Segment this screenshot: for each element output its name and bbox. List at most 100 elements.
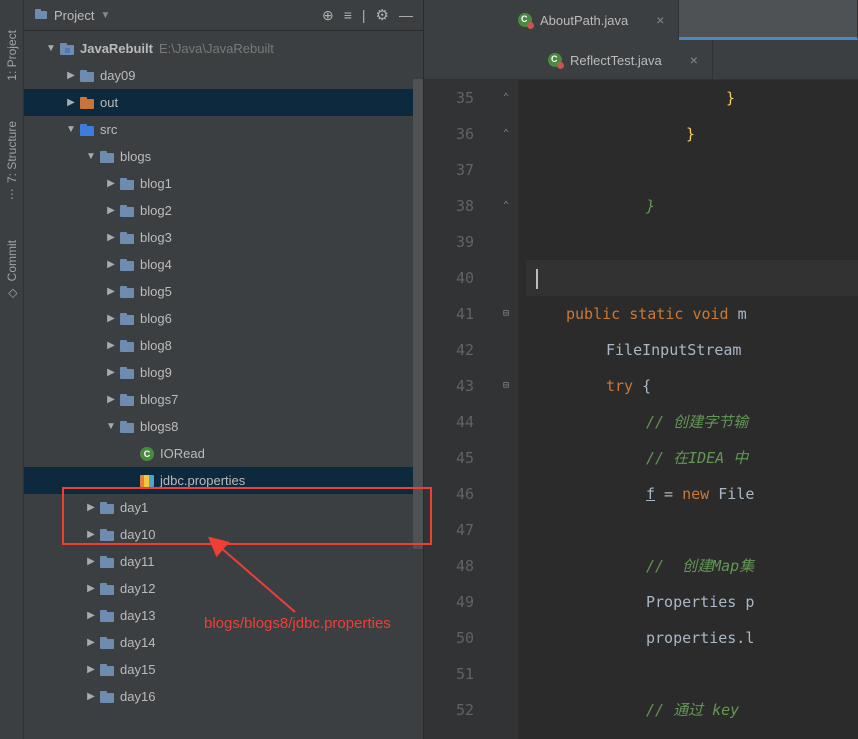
tree-item-day09[interactable]: ▶ day09 (24, 62, 423, 89)
close-icon[interactable]: × (656, 12, 664, 28)
package-icon (118, 232, 136, 244)
scrollbar[interactable] (413, 79, 423, 549)
tree-item-day12[interactable]: ▶day12 (24, 575, 423, 602)
code-content[interactable]: } } } public static void m FileInputStre… (518, 80, 858, 739)
text-cursor (536, 269, 538, 289)
tab-reflecttest[interactable]: ReflectTest.java × (534, 40, 713, 80)
tab-empty-active[interactable] (679, 0, 858, 40)
tree-item-label: out (100, 95, 118, 110)
sidebar-tool-commit[interactable]: ◇ Commit (5, 240, 19, 300)
code-editor[interactable]: 35 36 37 38 39 40 41 42 43 44 45 46 47 4… (424, 80, 858, 739)
tree-item-src[interactable]: ▼ src (24, 116, 423, 143)
code-line (526, 512, 858, 548)
tree-item-label: blog9 (140, 365, 172, 380)
code-line: f = new File (526, 476, 858, 512)
tree-item-blog2[interactable]: ▶blog2 (24, 197, 423, 224)
left-toolbar: 1: Project ⋮ 7: Structure ◇ Commit (0, 0, 24, 739)
chevron-right-icon: ▶ (104, 394, 118, 405)
tree-item-out[interactable]: ▶ out (24, 89, 423, 116)
structure-icon: ⋮ (6, 187, 18, 201)
code-line (526, 260, 858, 296)
tree-item-day15[interactable]: ▶day15 (24, 656, 423, 683)
chevron-right-icon: ▶ (84, 556, 98, 567)
tree-item-label: blog1 (140, 176, 172, 191)
tree-item-blogs8[interactable]: ▼blogs8 (24, 413, 423, 440)
module-icon (58, 43, 76, 55)
code-line: // 创建字节输 (526, 404, 858, 440)
tree-item-label: day10 (120, 527, 155, 542)
tab-label: ReflectTest.java (570, 53, 662, 68)
project-header: Project ▼ ⊕ ≡ | ⚙ — (24, 0, 423, 31)
tree-item-ioread[interactable]: IORead (24, 440, 423, 467)
code-line: // 在IDEA 中 (526, 440, 858, 476)
tree-item-day14[interactable]: ▶day14 (24, 629, 423, 656)
fold-open-icon[interactable]: ⊟ (494, 368, 518, 404)
tab-aboutpath[interactable]: AboutPath.java × (504, 0, 679, 40)
tree-item-jdbc-properties[interactable]: jdbc.properties (24, 467, 423, 494)
close-icon[interactable]: × (690, 52, 698, 68)
properties-file-icon (138, 475, 156, 487)
tree-item-blogs[interactable]: ▼ blogs (24, 143, 423, 170)
chevron-right-icon: ▶ (104, 313, 118, 324)
tree-item-blog9[interactable]: ▶ blog9 (24, 359, 423, 386)
code-line: properties.l (526, 620, 858, 656)
line-number: 49 (424, 584, 474, 620)
code-line: } (526, 80, 858, 116)
chevron-right-icon: ▶ (104, 367, 118, 378)
line-number: 35 (424, 80, 474, 116)
chevron-right-icon: ▶ (64, 70, 78, 81)
commit-icon: ◇ (5, 286, 19, 300)
folder-icon (78, 97, 96, 109)
package-icon (118, 259, 136, 271)
tree-item-label: blog6 (140, 311, 172, 326)
line-number: 51 (424, 656, 474, 692)
chevron-right-icon: ▶ (84, 691, 98, 702)
line-number: 40 (424, 260, 474, 296)
class-icon (138, 447, 156, 461)
package-icon (118, 205, 136, 217)
sidebar-tool-structure[interactable]: ⋮ 7: Structure (5, 121, 19, 200)
tree-item-day1[interactable]: ▶day1 (24, 494, 423, 521)
tree-item-day13[interactable]: ▶day13 (24, 602, 423, 629)
project-header-title[interactable]: Project (54, 8, 94, 23)
tree-item-blogs7[interactable]: ▶blogs7 (24, 386, 423, 413)
tree-item-blog1[interactable]: ▶ blog1 (24, 170, 423, 197)
fold-close-icon[interactable]: ⌃ (494, 80, 518, 116)
sidebar-tool-structure-label: 7: Structure (5, 121, 19, 183)
select-opened-file-icon[interactable]: ⊕ (322, 7, 334, 24)
chevron-right-icon: ▶ (104, 178, 118, 189)
chevron-right-icon: ▶ (64, 97, 78, 108)
tree-item-blog3[interactable]: ▶blog3 (24, 224, 423, 251)
tree-root[interactable]: ▼ JavaRebuilt E:\Java\JavaRebuilt (24, 35, 423, 62)
code-line (526, 224, 858, 260)
tree-item-blog8[interactable]: ▶blog8 (24, 332, 423, 359)
tree-item-day11[interactable]: ▶day11 (24, 548, 423, 575)
tree-item-label: day13 (120, 608, 155, 623)
fold-open-icon[interactable]: ⊟ (494, 296, 518, 332)
tree-item-blog5[interactable]: ▶blog5 (24, 278, 423, 305)
expand-all-icon[interactable]: ≡ (344, 7, 352, 23)
chevron-down-icon[interactable]: ▼ (100, 10, 110, 21)
tree-item-label: blog5 (140, 284, 172, 299)
tree-item-label: blog3 (140, 230, 172, 245)
sidebar-tool-project[interactable]: 1: Project (5, 30, 19, 81)
tree-item-label: blog4 (140, 257, 172, 272)
hide-icon[interactable]: — (399, 7, 413, 23)
tree-item-day16[interactable]: ▶ day16 (24, 683, 423, 710)
package-icon (118, 178, 136, 190)
package-icon (118, 367, 136, 379)
package-icon (118, 340, 136, 352)
tree-item-blog4[interactable]: ▶blog4 (24, 251, 423, 278)
code-line (526, 152, 858, 188)
tree-item-label: blog2 (140, 203, 172, 218)
gutter-line-numbers: 35 36 37 38 39 40 41 42 43 44 45 46 47 4… (424, 80, 494, 739)
gear-icon[interactable]: ⚙ (376, 6, 389, 24)
tree-item-label: day16 (120, 689, 155, 704)
project-view-icon (34, 7, 48, 24)
fold-close-icon[interactable]: ⌃ (494, 188, 518, 224)
chevron-right-icon: ▶ (84, 583, 98, 594)
tree-item-day10[interactable]: ▶day10 (24, 521, 423, 548)
tree-item-blog6[interactable]: ▶ blog6 (24, 305, 423, 332)
code-line: // 创建Map集 (526, 548, 858, 584)
fold-close-icon[interactable]: ⌃ (494, 116, 518, 152)
